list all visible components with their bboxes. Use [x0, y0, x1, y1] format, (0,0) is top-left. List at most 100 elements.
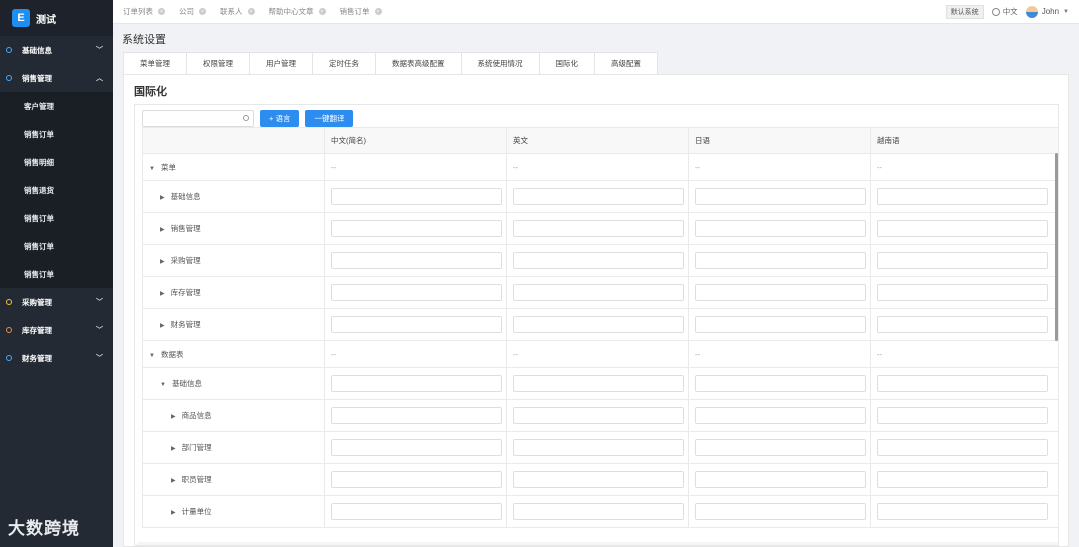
avatar[interactable]: [1025, 5, 1038, 18]
caret-right-icon[interactable]: ▶: [160, 226, 165, 233]
translation-input[interactable]: [877, 188, 1048, 205]
sidebar-group[interactable]: 销售管理 ︿: [0, 64, 113, 92]
close-icon[interactable]: ×: [318, 8, 326, 15]
translation-input[interactable]: [695, 471, 866, 488]
search-icon[interactable]: [243, 114, 249, 121]
caret-right-icon[interactable]: ▶: [160, 290, 165, 297]
brand[interactable]: E 测试: [0, 0, 113, 36]
translation-input[interactable]: [877, 284, 1048, 301]
close-icon[interactable]: ×: [374, 8, 382, 15]
translation-input[interactable]: [695, 316, 866, 333]
open-tab[interactable]: 联系人 ×: [220, 6, 255, 17]
horizontal-scrollbar[interactable]: [137, 542, 1058, 545]
tab-0[interactable]: 菜单管理: [123, 52, 186, 74]
translation-input[interactable]: [695, 439, 866, 456]
sidebar-item[interactable]: 销售订单: [0, 204, 113, 232]
close-icon[interactable]: ×: [158, 8, 165, 15]
row-label-cell[interactable]: ▶ 职员管理: [142, 463, 325, 496]
sidebar-item[interactable]: 销售明细: [0, 148, 113, 176]
translation-input[interactable]: [877, 252, 1048, 269]
auto-translate-button[interactable]: 一键翻译: [305, 109, 354, 127]
row-label-cell[interactable]: ▶ 销售管理: [142, 212, 325, 245]
translation-input[interactable]: [877, 439, 1048, 456]
row-label-cell[interactable]: ▶ 商品信息: [142, 399, 325, 432]
open-tab[interactable]: 订单列表 ×: [123, 6, 165, 17]
row-label-cell[interactable]: ▼ 菜单: [142, 153, 325, 181]
row-label-cell[interactable]: ▼ 数据表: [142, 340, 325, 368]
caret-right-icon[interactable]: ▶: [160, 258, 165, 265]
row-label-cell[interactable]: ▶ 采购管理: [142, 244, 325, 277]
search-input[interactable]: [142, 109, 254, 127]
translation-input[interactable]: [877, 316, 1048, 333]
tab-3[interactable]: 定时任务: [312, 52, 375, 74]
caret-right-icon[interactable]: ▶: [160, 194, 165, 201]
translation-input[interactable]: [331, 284, 502, 301]
translation-input[interactable]: [513, 252, 684, 269]
translation-input[interactable]: [513, 503, 684, 520]
row-label-cell[interactable]: ▼ 基础信息: [142, 367, 325, 400]
row-label-cell[interactable]: ▶ 库存管理: [142, 276, 325, 309]
translation-input[interactable]: [331, 316, 502, 333]
translation-input[interactable]: [331, 471, 502, 488]
sidebar-item[interactable]: 销售订单: [0, 260, 113, 288]
caret-right-icon[interactable]: ▶: [171, 509, 176, 516]
add-language-button[interactable]: + 语言: [260, 109, 300, 127]
tab-5[interactable]: 系统使用情况: [460, 52, 539, 74]
row-label-cell[interactable]: ▶ 基础信息: [142, 180, 325, 213]
system-selector[interactable]: 默认系统: [945, 4, 984, 19]
caret-right-icon[interactable]: ▶: [171, 445, 176, 452]
sidebar-group[interactable]: 采购管理 ﹀: [0, 288, 113, 316]
translation-input[interactable]: [877, 503, 1048, 520]
translation-input[interactable]: [513, 284, 684, 301]
language-switch[interactable]: 中文: [991, 6, 1018, 17]
open-tab[interactable]: 帮助中心文章 ×: [269, 6, 326, 17]
user-name[interactable]: John: [1042, 7, 1059, 16]
translation-input[interactable]: [513, 188, 684, 205]
vertical-scrollbar[interactable]: [1055, 153, 1058, 341]
translation-input[interactable]: [331, 188, 502, 205]
translation-input[interactable]: [331, 439, 502, 456]
translation-input[interactable]: [331, 503, 502, 520]
translation-input[interactable]: [695, 252, 866, 269]
tab-6[interactable]: 国际化: [538, 52, 594, 74]
row-label-cell[interactable]: ▶ 计量单位: [142, 495, 325, 528]
chevron-down-icon[interactable]: ▼: [1063, 9, 1069, 15]
translation-input[interactable]: [695, 220, 866, 237]
row-label-cell[interactable]: ▶ 部门管理: [142, 431, 325, 464]
translation-input[interactable]: [877, 220, 1048, 237]
translation-input[interactable]: [695, 375, 866, 392]
caret-right-icon[interactable]: ▶: [160, 322, 165, 329]
translation-input[interactable]: [513, 375, 684, 392]
open-tab[interactable]: 公司 ×: [179, 6, 206, 17]
translation-input[interactable]: [513, 316, 684, 333]
row-label-cell[interactable]: ▶ 财务管理: [142, 308, 325, 341]
translation-input[interactable]: [877, 471, 1048, 488]
translation-input[interactable]: [513, 439, 684, 456]
translation-input[interactable]: [877, 407, 1048, 424]
translation-input[interactable]: [513, 407, 684, 424]
sidebar-item[interactable]: 销售退货: [0, 176, 113, 204]
translation-input[interactable]: [695, 407, 866, 424]
caret-down-icon[interactable]: ▼: [149, 166, 155, 172]
sidebar-item[interactable]: 客户管理: [0, 92, 113, 120]
translation-input[interactable]: [877, 375, 1048, 392]
tab-2[interactable]: 用户管理: [249, 52, 312, 74]
translation-input[interactable]: [695, 503, 866, 520]
sidebar-group[interactable]: 基础信息 ﹀: [0, 36, 113, 64]
translation-input[interactable]: [513, 471, 684, 488]
tab-1[interactable]: 权限管理: [186, 52, 249, 74]
close-icon[interactable]: ×: [199, 8, 206, 15]
caret-down-icon[interactable]: ▼: [160, 382, 166, 388]
tab-7[interactable]: 高级配置: [594, 52, 658, 74]
translation-input[interactable]: [331, 252, 502, 269]
translation-input[interactable]: [331, 407, 502, 424]
sidebar-group[interactable]: 库存管理 ﹀: [0, 316, 113, 344]
translation-input[interactable]: [513, 220, 684, 237]
tab-4[interactable]: 数据表高级配置: [375, 52, 461, 74]
translation-input[interactable]: [695, 188, 866, 205]
caret-down-icon[interactable]: ▼: [149, 353, 155, 359]
translation-input[interactable]: [695, 284, 866, 301]
translation-input[interactable]: [331, 220, 502, 237]
caret-right-icon[interactable]: ▶: [171, 413, 176, 420]
close-icon[interactable]: ×: [247, 8, 255, 15]
